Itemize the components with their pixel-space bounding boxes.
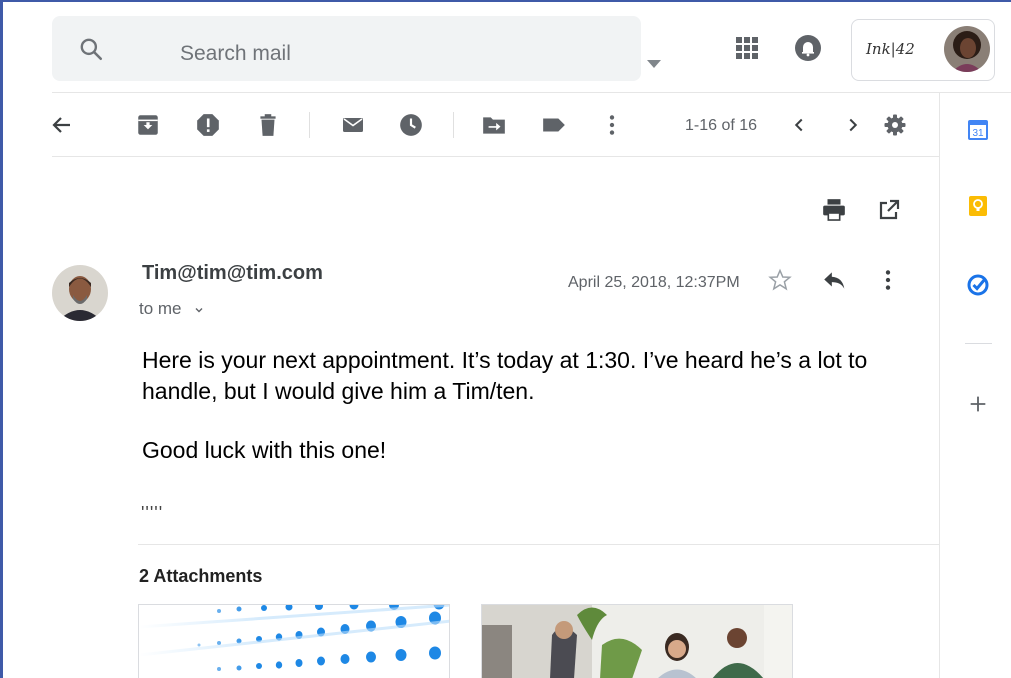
sender-address[interactable]: Tim@tim@tim.com — [142, 262, 323, 285]
mark-unread-button[interactable] — [339, 111, 367, 139]
printer-icon — [823, 199, 845, 221]
trash-icon — [260, 114, 276, 136]
report-spam-button[interactable] — [194, 111, 222, 139]
open-in-new-window-button[interactable] — [875, 196, 903, 224]
organization-logo: Ink|42 — [866, 40, 915, 58]
star-button[interactable] — [766, 266, 794, 294]
delete-button[interactable] — [254, 111, 282, 139]
recipient-details[interactable]: to me — [139, 299, 204, 319]
label-tag-icon — [543, 118, 565, 132]
apps-grid-icon[interactable] — [736, 37, 758, 59]
search-options-caret-icon[interactable] — [647, 60, 661, 68]
pagination-count: 1-16 of 16 — [685, 117, 758, 134]
side-panel-divider — [939, 93, 940, 678]
attachment-thumbnail-meeting[interactable] — [481, 604, 793, 678]
toolbar-divider — [52, 156, 939, 157]
attachment-thumbnail-dots[interactable] — [138, 604, 450, 678]
label-button[interactable] — [540, 111, 568, 139]
back-button[interactable] — [48, 111, 76, 139]
account-switcher[interactable]: Ink|42 — [851, 19, 995, 81]
archive-button[interactable] — [134, 111, 162, 139]
toolbar-separator — [309, 112, 310, 138]
clock-icon — [400, 114, 422, 136]
move-to-folder-icon — [483, 117, 505, 134]
star-outline-icon — [768, 268, 792, 291]
more-vertical-icon — [885, 270, 891, 290]
settings-button[interactable] — [881, 111, 909, 139]
gear-icon — [884, 114, 906, 136]
message-closing: Good luck with this one! — [142, 437, 387, 463]
more-options-button[interactable] — [598, 111, 626, 139]
sender-avatar[interactable] — [52, 265, 108, 321]
chevron-right-icon — [849, 118, 858, 132]
recipient-label: to me — [139, 299, 182, 318]
tasks-app-button[interactable] — [965, 272, 991, 298]
get-addons-button[interactable] — [965, 391, 991, 417]
window-frame-top — [0, 0, 1011, 2]
message-body: Here is your next appointment. It’s toda… — [142, 347, 868, 404]
message-signature: ''''' — [141, 503, 164, 523]
side-panel-separator — [965, 343, 992, 344]
open-external-icon — [879, 199, 900, 220]
message-date: April 25, 2018, 12:37PM — [568, 274, 740, 291]
calendar-icon: 31 — [968, 120, 988, 140]
mail-icon — [343, 118, 363, 132]
tasks-check-icon — [967, 274, 989, 296]
search-placeholder[interactable]: Search mail — [180, 42, 291, 66]
report-spam-icon — [197, 114, 219, 136]
previous-page-button[interactable] — [785, 111, 813, 139]
notifications-bell-icon[interactable] — [793, 33, 823, 63]
chevron-left-icon — [794, 118, 803, 132]
archive-icon — [138, 115, 158, 135]
window-frame-left — [0, 0, 3, 678]
svg-text:31: 31 — [972, 128, 984, 139]
reply-button[interactable] — [820, 266, 848, 294]
snooze-button[interactable] — [397, 111, 425, 139]
search-bar[interactable]: Search mail — [52, 16, 661, 81]
message-more-options-button[interactable] — [874, 266, 902, 294]
lightbulb-note-icon — [969, 196, 987, 216]
print-button[interactable] — [820, 196, 848, 224]
reply-arrow-icon — [824, 272, 845, 289]
move-to-button[interactable] — [480, 111, 508, 139]
attachments-divider — [138, 544, 939, 545]
more-vertical-icon — [609, 115, 615, 135]
attachments-title: 2 Attachments — [139, 566, 263, 586]
toolbar-separator — [453, 112, 454, 138]
next-page-button[interactable] — [839, 111, 867, 139]
calendar-app-button[interactable]: 31 — [965, 117, 991, 143]
chevron-down-icon[interactable] — [194, 305, 204, 315]
search-icon[interactable] — [78, 36, 104, 62]
keep-app-button[interactable] — [965, 193, 991, 219]
back-arrow-icon — [52, 117, 70, 133]
header-divider — [52, 92, 1011, 93]
plus-icon — [970, 396, 986, 412]
user-avatar[interactable] — [944, 26, 990, 72]
